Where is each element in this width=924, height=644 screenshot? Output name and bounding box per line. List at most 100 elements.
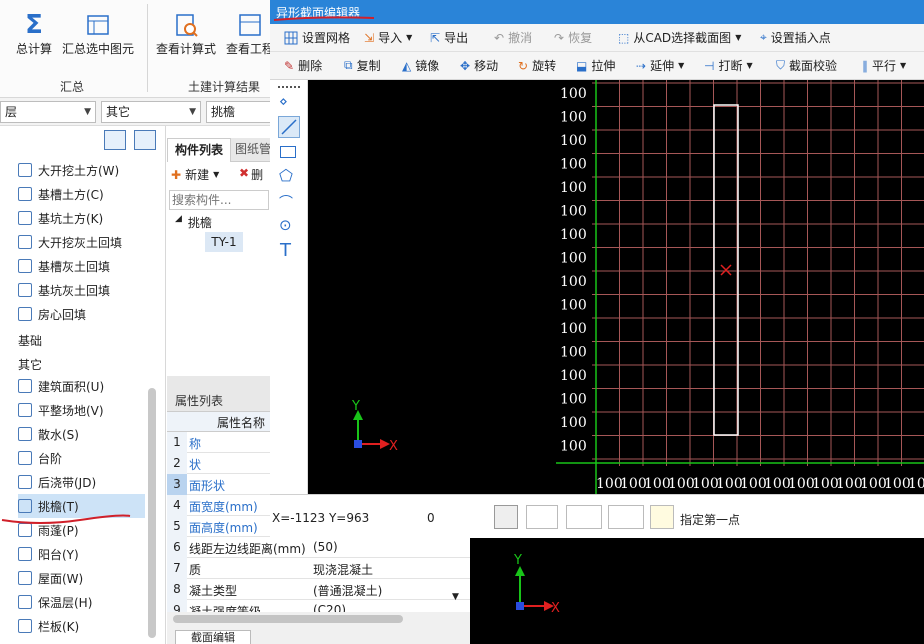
snap-mode-icon[interactable] — [526, 505, 558, 529]
property-row-number: 6 — [167, 537, 187, 558]
list-view-icon[interactable] — [104, 130, 126, 150]
filter-bar: 层 ▼ 其它 ▼ 挑檐 — [0, 98, 270, 126]
text-tool-icon[interactable]: T — [280, 240, 291, 261]
view-project-button[interactable]: 查看工程 — [226, 10, 274, 57]
property-hscrollbar[interactable] — [167, 612, 470, 626]
property-name: 面宽度(mm) — [189, 500, 258, 514]
tree-item[interactable]: 基坑土方(K) — [18, 206, 103, 230]
arc-tool-icon[interactable]: ⌒ — [279, 192, 293, 212]
ortho-toggle-icon[interactable] — [494, 505, 518, 529]
summarize-selected-button[interactable]: 汇总选中图元 — [62, 10, 134, 57]
component-search-input[interactable] — [169, 190, 269, 210]
tree-item[interactable]: 散水(S) — [18, 422, 79, 446]
tab-drawing[interactable]: 图纸管 — [235, 138, 271, 162]
dimension-label-vertical: 100 — [560, 298, 587, 314]
select-from-cad-button[interactable]: ⬚ 从CAD选择截面图 ▼ — [618, 29, 741, 46]
type-combo[interactable]: 挑檐 — [206, 101, 270, 123]
property-value[interactable]: (普通混凝土) — [313, 582, 382, 599]
chevron-down-icon[interactable]: ▼ — [452, 592, 459, 602]
leveling-icon — [18, 403, 32, 417]
property-row[interactable]: 8 凝土类型 (普通混凝土) — [167, 579, 470, 600]
delete-button[interactable]: ✎ 删除 — [284, 57, 322, 74]
extend-button[interactable]: ⇢ 延伸 ▼ — [636, 57, 684, 74]
set-insert-point-button[interactable]: ⌖ 设置插入点 — [760, 29, 831, 46]
parallel-button[interactable]: ∥ 平行 ▼ — [862, 57, 906, 74]
backfill-icon — [18, 235, 32, 249]
rotate-button[interactable]: ↻ 旋转 — [518, 57, 556, 74]
tree-item[interactable]: 大开挖土方(W) — [18, 158, 119, 182]
polygon-tool-icon[interactable]: ⬠ — [279, 166, 293, 185]
pencil-hint-icon[interactable] — [650, 505, 674, 529]
tree-item[interactable]: 基槽灰土回填 — [18, 254, 110, 278]
stretch-button[interactable]: ⬓ 拉伸 — [576, 57, 615, 74]
tree-item[interactable]: 后浇带(JD) — [18, 470, 96, 494]
insert-point-icon: ⌖ — [760, 30, 767, 44]
section-check-button[interactable]: ⛉ 截面校验 — [776, 57, 837, 74]
drawing-canvas[interactable]: 100 100 100 100 100 100 100 100 100 100 100 100 100 1… — [308, 80, 924, 494]
tree-item[interactable]: 基坑灰土回填 — [18, 278, 110, 302]
property-row[interactable]: 6 线距左边线距离(mm) (50) — [167, 537, 470, 558]
building-area-icon — [18, 379, 32, 393]
dimension-label-vertical: 100 — [560, 321, 587, 337]
tab-component-list[interactable]: 构件列表 — [167, 138, 231, 162]
total-calc-button[interactable]: Σ 总计算 — [16, 10, 52, 57]
dimension-label-horizontal: 100 — [644, 476, 671, 492]
undo-button[interactable]: ↶ 撤消 — [494, 29, 532, 46]
new-component-button[interactable]: ✚ 新建 ▼ — [171, 166, 219, 183]
circle-tool-icon[interactable]: ⊙ — [279, 216, 292, 234]
stretch-icon: ⬓ — [576, 58, 588, 73]
group-summary-label: 汇总 — [60, 80, 85, 94]
tree-item[interactable]: 阳台(Y) — [18, 542, 79, 566]
tree-item[interactable]: 台阶 — [18, 446, 62, 470]
display-options-icon[interactable] — [608, 505, 644, 529]
parapet-icon — [18, 619, 32, 633]
chevron-down-icon: ▼ — [746, 61, 753, 70]
floor-combo[interactable]: 层 ▼ — [0, 101, 96, 123]
tree-item[interactable]: 保温层(H) — [18, 590, 92, 614]
axis-x-label: X — [389, 439, 398, 454]
tree-item[interactable]: 房心回填 — [18, 302, 86, 326]
chevron-down-icon: ▼ — [84, 107, 91, 117]
line-tool-icon[interactable] — [278, 116, 300, 138]
steps-icon — [18, 451, 32, 465]
delete-component-button[interactable]: ✖ 删 — [239, 166, 263, 183]
property-row[interactable]: 7 质 现浇混凝土 — [167, 558, 470, 579]
view-formula-button[interactable]: 查看计算式 — [156, 10, 216, 57]
tree-heading-foundation[interactable]: 基础 — [18, 332, 42, 349]
break-button[interactable]: ⊣ 打断 ▼ — [704, 57, 753, 74]
tree-item[interactable]: 基槽土方(C) — [18, 182, 104, 206]
import-button[interactable]: ⇲ 导入 ▼ — [364, 29, 412, 46]
property-value[interactable]: (50) — [313, 540, 338, 554]
draw-tool-strip: ⋄ ⬠ ⌒ ⊙ T — [270, 80, 308, 494]
tree-heading-other[interactable]: 其它 — [18, 356, 42, 373]
dimension-label-vertical: 100 — [560, 439, 587, 455]
export-button[interactable]: ⇱ 导出 — [430, 29, 468, 46]
tree-item[interactable]: 建筑面积(U) — [18, 374, 104, 398]
category-combo[interactable]: 其它 ▼ — [101, 101, 201, 123]
tree-item[interactable]: 栏板(K) — [18, 614, 79, 638]
component-tabs: 构件列表 图纸管 — [167, 138, 271, 162]
tree-item[interactable]: 大开挖灰土回填 — [18, 230, 122, 254]
rectangle-tool-icon[interactable] — [280, 146, 296, 158]
left-scrollbar[interactable] — [148, 388, 156, 638]
editor-status-bar: X=-1123 Y=963 0 指定第一点 — [270, 494, 924, 538]
post-pour-strip-icon — [18, 475, 32, 489]
tree-item[interactable]: 平整场地(V) — [18, 398, 104, 422]
point-tool-icon[interactable]: ⋄ — [279, 94, 288, 110]
detail-view-icon[interactable] — [134, 130, 156, 150]
property-value[interactable]: 现浇混凝土 — [313, 561, 373, 578]
preview-axis-y-label: Y — [513, 553, 522, 568]
move-button[interactable]: ✥ 移动 — [460, 57, 498, 74]
snap-options-icon[interactable] — [566, 505, 602, 529]
table-icon — [62, 10, 134, 40]
tree-child-ty1[interactable]: TY-1 — [205, 232, 243, 252]
set-grid-button[interactable]: 设置网格 — [284, 29, 350, 46]
tree-parent-eave[interactable]: ◢ 挑檐 — [175, 214, 212, 231]
mirror-button[interactable]: ◭ 镜像 — [402, 57, 439, 74]
redo-button[interactable]: ↷ 恢复 — [554, 29, 592, 46]
delete-icon: ✖ — [239, 166, 250, 180]
tree-item[interactable]: 屋面(W) — [18, 566, 83, 590]
tab-section-edit[interactable]: 截面编辑 — [175, 630, 251, 644]
property-name: 凝土类型 — [189, 584, 238, 598]
copy-button[interactable]: ⧉ 复制 — [344, 57, 381, 74]
